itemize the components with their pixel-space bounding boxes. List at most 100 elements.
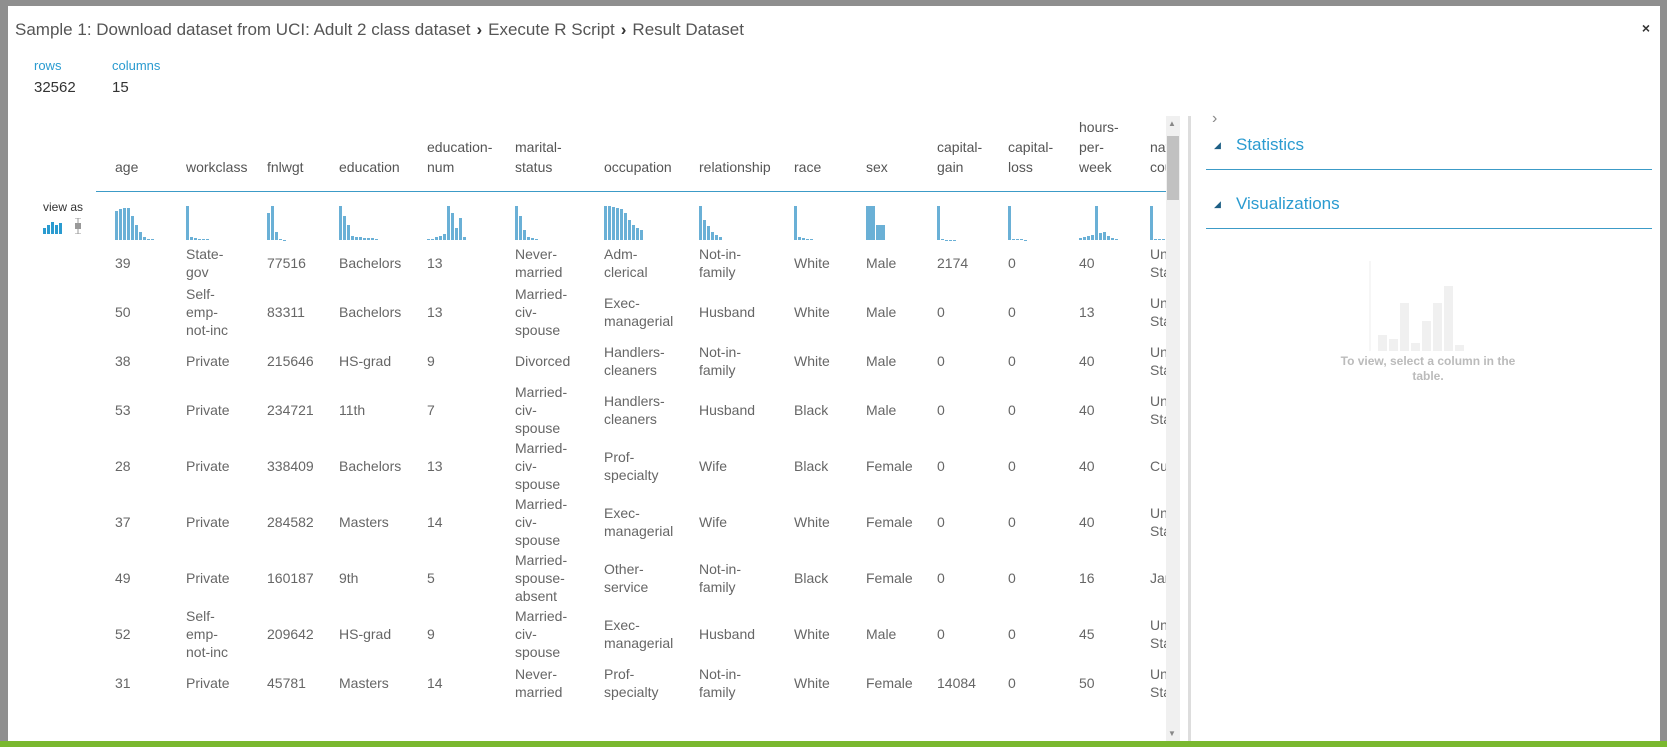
collapse-triangle-icon: ◢: [1214, 140, 1221, 150]
table-cell: Married- civ- spouse: [515, 496, 568, 548]
table-row[interactable]: 37 Private 284582 Masters 14 Married- civ- sp…: [96, 494, 1166, 550]
column-histogram[interactable]: [1008, 206, 1027, 240]
table-row[interactable]: 38 Private 215646 HS-grad 9 Divorced Handlers-…: [96, 340, 1166, 382]
table-cell: 7: [427, 402, 435, 418]
histogram-bar: [1111, 238, 1114, 240]
column-histogram[interactable]: [937, 206, 956, 240]
table-row[interactable]: 49 Private 160187 9th 5 Married- spouse- abse…: [96, 550, 1166, 606]
table-cell: 40: [1079, 255, 1095, 271]
table-cell: 0: [937, 570, 945, 586]
column-header[interactable]: native- country: [1150, 137, 1166, 177]
table-cell: 53: [115, 402, 131, 418]
histogram-bar: [523, 229, 526, 240]
table-cell: Unit Stat: [1150, 666, 1166, 700]
histogram-bar: [267, 212, 270, 240]
table-cell: Private: [186, 458, 230, 474]
column-histogram[interactable]: [339, 206, 378, 240]
column-header[interactable]: capital- gain: [937, 137, 1004, 177]
table-row[interactable]: 52 Self- emp- not-inc 209642 HS-grad 9 Marrie…: [96, 606, 1166, 662]
column-histogram[interactable]: [186, 206, 209, 240]
histogram-bar: [806, 238, 809, 240]
histogram-bar: [131, 216, 134, 240]
table-row[interactable]: 39 State- gov 77516 Bachelors 13 Never- marri…: [96, 242, 1166, 284]
visualizations-header[interactable]: Visualizations: [1236, 194, 1340, 213]
visualizations-section[interactable]: ◢ Visualizations: [1206, 189, 1652, 229]
table-cell: Handlers- cleaners: [604, 393, 665, 427]
column-header[interactable]: fnlwgt: [267, 157, 335, 177]
scroll-down-icon[interactable]: ▼: [1168, 729, 1176, 738]
column-header[interactable]: education- num: [427, 137, 511, 177]
column-header[interactable]: marital- status: [515, 137, 600, 177]
histogram-bar: [527, 237, 530, 240]
table-cell: 13: [427, 458, 443, 474]
close-button[interactable]: ×: [1642, 20, 1650, 36]
scrollbar-thumb[interactable]: [1167, 136, 1179, 200]
column-header[interactable]: capital- loss: [1008, 137, 1075, 177]
table-cell: 45781: [267, 675, 306, 691]
table-cell: Jam: [1150, 570, 1166, 586]
table-cell: White: [794, 675, 830, 691]
table-cell: State- gov: [186, 246, 224, 280]
boxplot-view-icon[interactable]: [73, 218, 83, 234]
table-row[interactable]: 50 Self- emp- not-inc 83311 Bachelors 13 Marr…: [96, 284, 1166, 340]
table-row[interactable]: 31 Private 45781 Masters 14 Never- married Pro…: [96, 662, 1166, 704]
table-cell: 5: [427, 570, 435, 586]
column-header[interactable]: race: [794, 157, 862, 177]
chevron-right-icon: ›: [476, 20, 483, 39]
panel-divider[interactable]: [1188, 116, 1191, 741]
column-header[interactable]: relationship: [699, 157, 790, 177]
table-cell: Husband: [699, 304, 756, 320]
column-histogram[interactable]: [794, 206, 813, 240]
histogram-bar: [1012, 238, 1015, 240]
column-histogram[interactable]: [1150, 206, 1166, 240]
column-histogram[interactable]: [866, 206, 885, 240]
column-header[interactable]: education: [339, 157, 423, 177]
histogram-bar: [711, 231, 714, 240]
histogram-bar: [612, 206, 615, 240]
table-cell: 209642: [267, 626, 314, 642]
statistics-header[interactable]: Statistics: [1236, 135, 1304, 154]
histogram-bar: [616, 207, 619, 240]
histogram-bar: [198, 238, 201, 240]
histogram-bar: [798, 237, 801, 240]
table-cell: Male: [866, 626, 897, 642]
column-histogram[interactable]: [1079, 206, 1118, 240]
table-row[interactable]: 53 Private 234721 11th 7 Married- civ- spouse…: [96, 382, 1166, 438]
table-cell: 14084: [937, 675, 976, 691]
column-header[interactable]: age: [115, 157, 182, 177]
table-cell: 9th: [339, 570, 359, 586]
histogram-bar: [371, 238, 374, 240]
column-header[interactable]: occupation: [604, 157, 695, 177]
table-cell: Wife: [699, 458, 727, 474]
column-header[interactable]: hours- per- week: [1079, 117, 1146, 177]
histogram-bar: [347, 224, 350, 240]
column-histogram[interactable]: [699, 206, 722, 240]
table-cell: Never- married: [515, 246, 563, 280]
histogram-bar: [707, 226, 710, 240]
column-histogram[interactable]: [604, 206, 643, 240]
table-cell: Unit Stat: [1150, 295, 1166, 329]
column-header[interactable]: workclass: [186, 157, 263, 177]
dataset-modal: Sample 1: Download dataset from UCI: Adu…: [8, 6, 1660, 741]
histogram-bar: [427, 239, 430, 240]
breadcrumb-item[interactable]: Execute R Script: [488, 20, 615, 39]
table-row[interactable]: 28 Private 338409 Bachelors 13 Married- civ- …: [96, 438, 1166, 494]
table-cell: Unit Stat: [1150, 617, 1166, 651]
table-cell: Married- spouse- absent: [515, 552, 568, 604]
histogram-bar: [640, 230, 643, 240]
breadcrumb-item: Result Dataset: [632, 20, 744, 39]
table-scrollbar[interactable]: ▲ ▼: [1166, 116, 1180, 741]
histogram-view-icon[interactable]: [43, 220, 63, 234]
column-histogram[interactable]: [115, 206, 154, 240]
table-cell: Exec- managerial: [604, 617, 674, 651]
scroll-up-icon[interactable]: ▲: [1168, 119, 1176, 128]
table-cell: Prof- specialty: [604, 449, 659, 483]
column-histogram[interactable]: [515, 206, 538, 240]
column-header[interactable]: sex: [866, 157, 933, 177]
column-histogram[interactable]: [427, 206, 466, 240]
breadcrumb-item[interactable]: Sample 1: Download dataset from UCI: Adu…: [15, 20, 470, 39]
histogram-bar: [190, 237, 193, 240]
expand-panel-icon[interactable]: ›: [1206, 110, 1652, 128]
column-histogram[interactable]: [267, 206, 286, 240]
statistics-section[interactable]: ◢ Statistics: [1206, 130, 1652, 170]
